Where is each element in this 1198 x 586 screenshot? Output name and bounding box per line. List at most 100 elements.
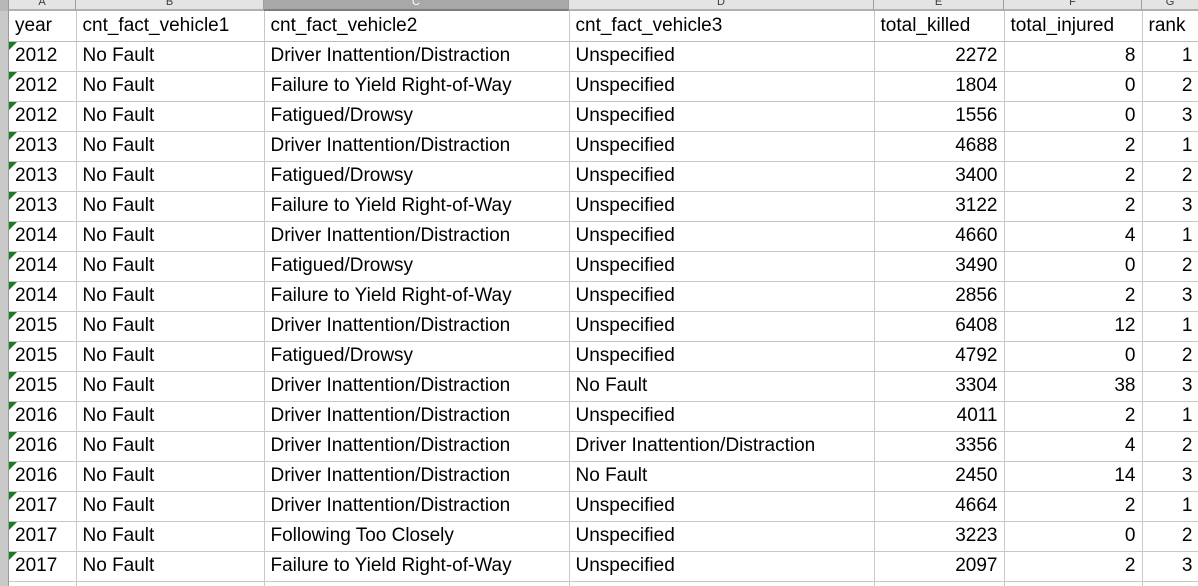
cell-year[interactable]: 2012 bbox=[9, 71, 77, 102]
cell-total_killed[interactable]: 1804 bbox=[874, 71, 1005, 102]
cell-rank[interactable]: 3 bbox=[1142, 551, 1198, 582]
cell-rank[interactable]: 1 bbox=[1142, 491, 1198, 522]
cell-total_killed[interactable]: 3304 bbox=[874, 371, 1005, 402]
cell-total_killed[interactable]: 4664 bbox=[874, 491, 1005, 522]
cell-year[interactable]: 2014 bbox=[9, 221, 77, 252]
cell-cnt_fact_vehicle1[interactable]: No Fault bbox=[76, 251, 265, 282]
cell-rank[interactable]: 1 bbox=[1142, 311, 1198, 342]
cell-rank[interactable]: 1 bbox=[1142, 221, 1198, 252]
column-letter-f[interactable]: F bbox=[1004, 0, 1142, 11]
cell-cnt_fact_vehicle3[interactable]: Driver Inattention/Distraction bbox=[569, 431, 875, 462]
cell-year[interactable]: 2012 bbox=[9, 41, 77, 72]
cell-rank[interactable]: 1 bbox=[1142, 41, 1198, 72]
cell-empty[interactable] bbox=[1004, 581, 1143, 586]
cell-cnt_fact_vehicle3[interactable]: Unspecified bbox=[569, 251, 875, 282]
cell-year[interactable]: 2015 bbox=[9, 371, 77, 402]
cell-cnt_fact_vehicle1[interactable]: No Fault bbox=[76, 341, 265, 372]
cell-cnt_fact_vehicle3[interactable]: Unspecified bbox=[569, 401, 875, 432]
cell-empty[interactable] bbox=[9, 581, 77, 586]
cell-year[interactable]: 2013 bbox=[9, 161, 77, 192]
cell-cnt_fact_vehicle1[interactable]: No Fault bbox=[76, 491, 265, 522]
cell-total_injured[interactable]: 14 bbox=[1004, 461, 1143, 492]
cell-cnt_fact_vehicle3[interactable]: Unspecified bbox=[569, 161, 875, 192]
cell-year[interactable]: 2016 bbox=[9, 431, 77, 462]
cell-empty[interactable] bbox=[76, 581, 265, 586]
cell-total_killed[interactable]: 3400 bbox=[874, 161, 1005, 192]
cell-rank[interactable]: 3 bbox=[1142, 191, 1198, 222]
cell-cnt_fact_vehicle3[interactable]: Unspecified bbox=[569, 521, 875, 552]
cell-cnt_fact_vehicle2[interactable]: Fatigued/Drowsy bbox=[264, 101, 570, 132]
cell-year[interactable]: 2017 bbox=[9, 491, 77, 522]
cell-cnt_fact_vehicle1[interactable]: No Fault bbox=[76, 431, 265, 462]
cell-year[interactable]: 2015 bbox=[9, 311, 77, 342]
cell-cnt_fact_vehicle1[interactable]: No Fault bbox=[76, 551, 265, 582]
cell-cnt_fact_vehicle2[interactable]: Fatigued/Drowsy bbox=[264, 341, 570, 372]
cell-rank[interactable]: 2 bbox=[1142, 341, 1198, 372]
cell-cnt_fact_vehicle2[interactable]: Fatigued/Drowsy bbox=[264, 161, 570, 192]
column-letter-c[interactable]: C bbox=[264, 0, 569, 11]
cell-cnt_fact_vehicle1[interactable]: No Fault bbox=[76, 521, 265, 552]
cell-total_injured[interactable]: 2 bbox=[1004, 161, 1143, 192]
cell-total_killed[interactable]: 4792 bbox=[874, 341, 1005, 372]
cell-total_injured[interactable]: 0 bbox=[1004, 71, 1143, 102]
cell-rank[interactable]: 1 bbox=[1142, 401, 1198, 432]
cell-total_injured[interactable]: 0 bbox=[1004, 521, 1143, 552]
cell-year[interactable]: 2012 bbox=[9, 101, 77, 132]
cell-cnt_fact_vehicle1[interactable]: No Fault bbox=[76, 131, 265, 162]
cell-cnt_fact_vehicle1[interactable]: No Fault bbox=[76, 191, 265, 222]
cell-rank[interactable]: 1 bbox=[1142, 131, 1198, 162]
column-letter-e[interactable]: E bbox=[874, 0, 1004, 11]
cell-cnt_fact_vehicle3[interactable]: Unspecified bbox=[569, 131, 875, 162]
cell-rank[interactable]: 3 bbox=[1142, 371, 1198, 402]
cell-rank[interactable]: 2 bbox=[1142, 71, 1198, 102]
cell-total_injured[interactable]: 2 bbox=[1004, 401, 1143, 432]
cell-rank[interactable]: 3 bbox=[1142, 461, 1198, 492]
cell-cnt_fact_vehicle3[interactable]: Unspecified bbox=[569, 341, 875, 372]
cell-cnt_fact_vehicle3[interactable]: No Fault bbox=[569, 371, 875, 402]
cell-empty[interactable] bbox=[874, 581, 1005, 586]
cell-cnt_fact_vehicle1[interactable]: No Fault bbox=[76, 401, 265, 432]
cell-total_killed[interactable]: 3223 bbox=[874, 521, 1005, 552]
cell-total_killed[interactable]: 2097 bbox=[874, 551, 1005, 582]
cell-year[interactable]: 2014 bbox=[9, 251, 77, 282]
cell-total_injured[interactable]: 12 bbox=[1004, 311, 1143, 342]
cell-empty[interactable] bbox=[264, 581, 570, 586]
cell-total_killed[interactable]: 2856 bbox=[874, 281, 1005, 312]
cell-cnt_fact_vehicle1[interactable]: No Fault bbox=[76, 461, 265, 492]
cell-cnt_fact_vehicle2[interactable]: Failure to Yield Right-of-Way bbox=[264, 191, 570, 222]
cell-total_killed[interactable]: 4660 bbox=[874, 221, 1005, 252]
cell-cnt_fact_vehicle2[interactable]: Driver Inattention/Distraction bbox=[264, 401, 570, 432]
cell-cnt_fact_vehicle2[interactable]: Driver Inattention/Distraction bbox=[264, 311, 570, 342]
cell-cnt_fact_vehicle1[interactable]: No Fault bbox=[76, 281, 265, 312]
cell-year[interactable]: 2013 bbox=[9, 131, 77, 162]
cell-total_injured[interactable]: 2 bbox=[1004, 491, 1143, 522]
cell-rank[interactable]: 3 bbox=[1142, 101, 1198, 132]
cell-cnt_fact_vehicle2[interactable]: Driver Inattention/Distraction bbox=[264, 41, 570, 72]
cell-year[interactable]: 2013 bbox=[9, 191, 77, 222]
column-letter-g[interactable]: G bbox=[1142, 0, 1198, 11]
cell-total_killed[interactable]: 4011 bbox=[874, 401, 1005, 432]
cell-total_injured[interactable]: 4 bbox=[1004, 221, 1143, 252]
cell-total_injured[interactable]: 0 bbox=[1004, 251, 1143, 282]
cell-rank[interactable]: 2 bbox=[1142, 251, 1198, 282]
cell-cnt_fact_vehicle3[interactable]: Unspecified bbox=[569, 311, 875, 342]
cell-cnt_fact_vehicle2[interactable]: Driver Inattention/Distraction bbox=[264, 371, 570, 402]
cell-rank[interactable]: 2 bbox=[1142, 521, 1198, 552]
cell-total_killed[interactable]: 3122 bbox=[874, 191, 1005, 222]
cell-total_injured[interactable]: 2 bbox=[1004, 191, 1143, 222]
cell-total_killed[interactable]: 2272 bbox=[874, 41, 1005, 72]
cell-total_injured[interactable]: 2 bbox=[1004, 281, 1143, 312]
cell-total_injured[interactable]: 4 bbox=[1004, 431, 1143, 462]
cell-year[interactable]: 2017 bbox=[9, 521, 77, 552]
cell-rank[interactable]: 2 bbox=[1142, 431, 1198, 462]
cell-cnt_fact_vehicle2[interactable]: Failure to Yield Right-of-Way bbox=[264, 281, 570, 312]
cell-cnt_fact_vehicle1[interactable]: No Fault bbox=[76, 221, 265, 252]
cell-rank[interactable]: 3 bbox=[1142, 281, 1198, 312]
cell-cnt_fact_vehicle3[interactable]: Unspecified bbox=[569, 551, 875, 582]
cell-cnt_fact_vehicle2[interactable]: Driver Inattention/Distraction bbox=[264, 491, 570, 522]
cell-total_injured[interactable]: 2 bbox=[1004, 551, 1143, 582]
cell-cnt_fact_vehicle1[interactable]: No Fault bbox=[76, 71, 265, 102]
cell-cnt_fact_vehicle2[interactable]: Driver Inattention/Distraction bbox=[264, 431, 570, 462]
cell-total_killed[interactable]: 2450 bbox=[874, 461, 1005, 492]
cell-cnt_fact_vehicle2[interactable]: Driver Inattention/Distraction bbox=[264, 221, 570, 252]
